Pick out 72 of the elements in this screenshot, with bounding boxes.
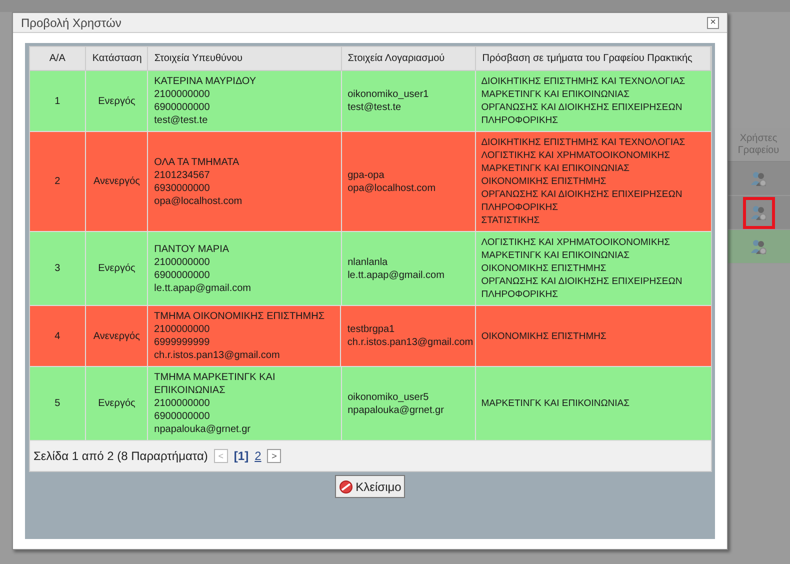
account-line: npapalouka@grnet.gr [348,404,445,416]
contact-line: 6900000000 [154,101,211,114]
contact-line: ΠΑΝΤΟΥ ΜΑΡΙΑ [154,242,230,256]
column-header: Πρόσβαση σε τμήματα του Γραφείου Πρακτικής [476,47,710,70]
department-line: ΜΑΡΚΕΤΙΝΓΚ ΚΑΙ ΕΠΙΚΟΙΝΩΝΙΑΣ [481,162,631,175]
department-line: ΜΑΡΚΕΤΙΝΓΚ ΚΑΙ ΕΠΙΚΟΙΝΩΝΙΑΣ [481,88,631,101]
account-line: le.tt.apap@gmail.com [348,268,446,282]
department-line: ΠΛΗΡΟΦΟΡΙΚΗΣ [481,201,560,214]
department-line: ΟΙΚΟΝΟΜΙΚΗΣ ΕΠΙΣΤΗΜΗΣ [481,175,608,188]
department-line: ΜΑΡΚΕΤΙΝΓΚ ΚΑΙ ΕΠΙΚΟΙΝΩΝΙΑΣ [481,249,631,262]
close-dialog-button[interactable]: Κλείσιμο [334,475,406,498]
column-header: A/A [30,47,86,70]
table-cell: Ανενεργός [93,175,140,188]
account-line: testbrgpa1 [347,323,396,336]
contact-line: npapalouka@grnet.gr [154,423,252,436]
table-cell: 3 [54,262,60,275]
contact-line: ch.r.istos.pan13@gmail.com [154,349,281,362]
department-line: ΟΡΓΑΝΩΣΗΣ ΚΑΙ ΔΙΟΙΚΗΣΗΣ ΕΠΙΧΕΙΡΗΣΕΩΝ [481,275,684,288]
next-page-button[interactable]: > [267,449,282,463]
account-line: opa@localhost.com [348,182,437,194]
department-line: ΟΙΚΟΝΟΜΙΚΗΣ ΕΠΙΣΤΗΜΗΣ [481,330,608,342]
contact-line: 6930000000 [154,182,211,194]
users-icon[interactable] [750,170,768,188]
dialog-title: Προβολή Χρηστών [21,14,122,32]
contact-line: 2100000000 [154,397,211,410]
account-line: oikonomiko_user1 [348,88,430,101]
department-line: ΔΙΟΙΚΗΤΙΚΗΣ ΕΠΙΣΤΗΜΗΣ ΚΑΙ ΤΕΧΝΟΛΟΓΙΑΣ [481,75,686,88]
contact-line: ΚΑΤΕΡΙΝΑ ΜΑΥΡΙΔΟΥ [154,75,258,88]
table-cell: Ενεργός [98,397,136,410]
column-header: Κατάσταση [86,47,148,70]
contact-line: ΤΜΗΜΑ ΟΙΚΟΝΟΜΙΚΗΣ ΕΠΙΣΤΗΜΗΣ [154,310,326,323]
column-header: Στοιχεία Λογαριασμού [342,47,476,70]
contact-line: ΤΜΗΜΑ ΜΑΡΚΕΤΙΝΓΚ ΚΑΙ ΕΠΙΚΟΙΝΩΝΙΑΣ [154,371,276,397]
contact-line: 2100000000 [154,323,211,336]
department-line: ΟΙΚΟΝΟΜΙΚΗΣ ΕΠΙΣΤΗΜΗΣ [481,262,608,275]
account-line: oikonomiko_user5 [348,390,430,404]
page-link[interactable]: 2 [254,450,262,462]
department-line: ΟΡΓΑΝΩΣΗΣ ΚΑΙ ΔΙΟΙΚΗΣΗΣ ΕΠΙΧΕΙΡΗΣΕΩΝ [481,188,684,201]
contact-line: 6900000000 [154,410,211,423]
table-cell: 5 [54,397,60,410]
table-cell: Ενεργός [98,262,136,275]
department-line: ΟΡΓΑΝΩΣΗΣ ΚΑΙ ΔΙΟΙΚΗΣΗΣ ΕΠΙΧΕΙΡΗΣΕΩΝ [481,101,684,114]
account-line: nlanlanla [348,256,389,268]
contact-line: le.tt.apap@gmail.com [154,282,252,294]
department-line: ΔΙΟΙΚΗΤΙΚΗΣ ΕΠΙΣΤΗΜΗΣ ΚΑΙ ΤΕΧΝΟΛΟΓΙΑΣ [481,136,686,149]
contact-line: ΟΛΑ ΤΑ ΤΜΗΜΑΤΑ [154,156,240,168]
contact-line: 2100000000 [154,256,211,268]
department-line: ΠΛΗΡΟΦΟΡΙΚΗΣ [481,114,560,127]
table-cell: 1 [54,94,60,108]
contact-line: opa@localhost.com [154,194,244,208]
account-line: test@test.te [348,101,402,114]
close-button[interactable]: × [707,16,719,28]
page-link[interactable]: [1] [234,450,249,462]
table-cell: Ενεργός [98,94,136,108]
department-line: ΣΤΑΤΙΣΤΙΚΗΣ [481,214,541,227]
department-line: ΠΛΗΡΟΦΟΡΙΚΗΣ [481,288,560,301]
department-line: ΜΑΡΚΕΤΙΝΓΚ ΚΑΙ ΕΠΙΚΟΙΝΩΝΙΑΣ [481,397,631,410]
cancel-icon [338,480,353,494]
contact-line: test@test.te [154,114,209,127]
users-icon[interactable] [750,238,768,256]
contact-line: 2101234567 [154,168,211,182]
department-line: ΛΟΓΙΣΤΙΚΗΣ ΚΑΙ ΧΡΗΜΑΤΟΟΙΚΟΝΟΜΙΚΗΣ [481,236,672,249]
department-line: ΛΟΓΙΣΤΙΚΗΣ ΚΑΙ ΧΡΗΜΑΤΟΟΙΚΟΝΟΜΙΚΗΣ [481,149,672,162]
account-line: gpa-opa [348,168,386,182]
pager-summary: Σελίδα 1 από 2 (8 Παραρτήματα) [34,450,208,462]
table-cell: 4 [54,330,60,342]
table-cell: 2 [54,175,60,188]
table-cell: Ανενεργός [93,330,140,342]
contact-line: 2100000000 [154,88,211,101]
contact-line: 6999999999 [154,336,211,349]
column-header: Στοιχεία Υπευθύνου [148,47,342,70]
contact-line: 6900000000 [154,268,211,282]
